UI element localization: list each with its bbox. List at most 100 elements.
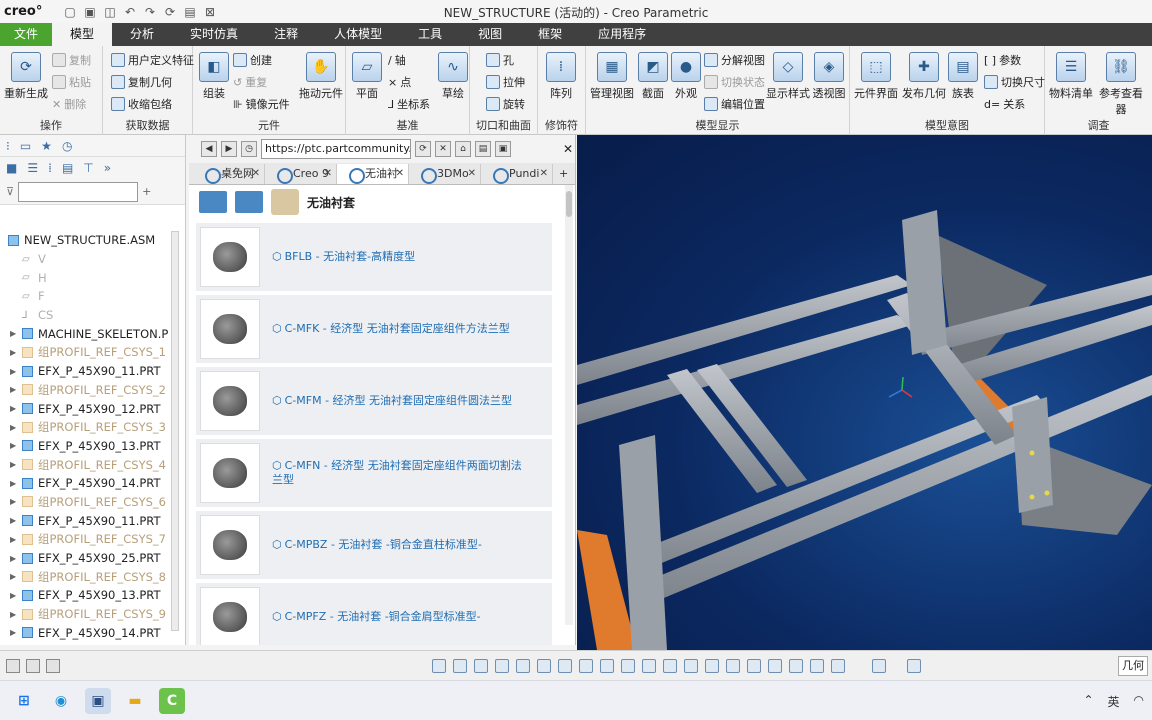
group-label-datum[interactable]: 基准 [346,117,469,133]
tree-item[interactable]: ▶ EFX_P_45X90_13.PRT [0,437,180,456]
product-card[interactable]: ⬡ C-MFN - 经济型 无油衬套固定座组件两面切割法兰型 [196,439,552,507]
extrude-button[interactable]: 拉伸 [486,74,525,90]
group-label-modifiers[interactable]: 修饰符 [538,117,585,133]
product-link[interactable]: ⬡ C-MFM - 经济型 无油衬套固定座组件圆法兰型 [272,394,532,408]
refresh-icon[interactable]: ⟳ [415,141,431,157]
tree-item[interactable]: ▶ EFX_P_45X90_11.PRT [0,511,180,530]
expand-arrow-icon[interactable]: ▶ [10,554,22,563]
tree-item[interactable]: ▶ 组PROFIL_REF_CSYS_4 [0,455,180,474]
folder-browser-icon[interactable]: ▭ [20,139,31,153]
forward-icon[interactable]: ▶ [221,141,237,157]
hole-button[interactable]: 孔 [486,52,514,68]
browser-tab[interactable]: Creo 9 ✕ [265,163,337,184]
tree-item[interactable]: ▱ H [0,268,180,287]
tab-analysis[interactable]: 分析 [112,23,172,46]
warning-icon[interactable] [789,658,803,673]
point-button[interactable]: × 点 [388,74,411,90]
regenerate-button[interactable]: ⟳ 重新生成 [4,52,48,101]
group-label-investigate[interactable]: 调查 [1045,117,1152,133]
tab-file[interactable]: 文件 [0,23,53,46]
tree-filter-icon[interactable]: ⊤ [83,161,93,175]
tree-scrollbar[interactable] [171,231,179,631]
paste-button[interactable]: 粘贴 [52,74,91,90]
redo-icon[interactable]: ↷ [142,4,158,20]
home-nav-icon[interactable] [199,191,227,213]
expand-arrow-icon[interactable]: ▶ [10,516,22,525]
datum-display-icon[interactable] [642,658,656,673]
expand-arrow-icon[interactable]: ▶ [10,610,22,619]
add-filter-icon[interactable]: + [142,185,151,198]
plane-button[interactable]: ▱ 平面 [352,52,382,101]
browser-tab[interactable]: Pundi ✕ [481,163,553,184]
close-tab-icon[interactable]: ✕ [540,164,548,184]
publish-geometry-button[interactable]: ✚ 发布几何 [902,52,946,101]
tab-framework[interactable]: 框架 [520,23,580,46]
windows-start-icon[interactable]: ⊞ [11,688,37,714]
saved-views-icon[interactable] [537,658,551,673]
tray-chevron-icon[interactable]: ⌃ [1083,693,1093,710]
shrinkwrap-button[interactable]: 收缩包络 [111,96,172,112]
csys-button[interactable]: ⅃ 坐标系 [388,96,430,112]
home-icon[interactable]: ⌂ [455,141,471,157]
product-card[interactable]: ⬡ BFLB - 无油衬套-高精度型 [196,223,552,291]
save-page-icon[interactable]: ▣ [495,141,511,157]
tab-live-simulation[interactable]: 实时仿真 [172,23,256,46]
spin-display-icon[interactable] [768,658,782,673]
sketch-button[interactable]: ∿ 草绘 [438,52,468,101]
tab-applications[interactable]: 应用程序 [580,23,664,46]
display-style-button[interactable]: ◇ 显示样式 [766,52,810,101]
tree-item[interactable]: ▶ 组PROFIL_REF_CSYS_6 [0,493,180,512]
spin-center-icon[interactable] [516,658,530,673]
tree-item[interactable]: ▱ V [0,250,180,269]
drag-component-button[interactable]: ✋ 拖动元件 [299,52,343,101]
expand-arrow-icon[interactable]: ▶ [10,329,22,338]
reference-viewer-button[interactable]: ⛓ 参考查看器 [1097,52,1145,117]
product-link[interactable]: ⬡ C-MFN - 经济型 无油衬套固定座组件两面切割法兰型 [272,459,532,487]
close-browser-icon[interactable]: ✕ [563,142,573,156]
manage-views-button[interactable]: ▦ 管理视图 [590,52,634,101]
edit-position-button[interactable]: 编辑位置 [704,96,765,112]
file-explorer-icon[interactable]: ▬ [122,688,148,714]
expand-arrow-icon[interactable]: ▶ [10,572,22,581]
display-style-icon[interactable] [579,658,593,673]
windows-icon[interactable]: ▤ [182,4,198,20]
zoom-out-icon[interactable] [474,658,488,673]
expand-arrow-icon[interactable]: ▶ [10,479,22,488]
history-icon[interactable]: ◷ [241,141,257,157]
expand-arrow-icon[interactable]: ▶ [10,367,22,376]
view-manager-icon[interactable] [558,658,572,673]
product-card[interactable]: ⬡ C-MFM - 经济型 无油衬套固定座组件圆法兰型 [196,367,552,435]
selection-box-icon[interactable] [907,658,921,673]
tree-root[interactable]: NEW_STRUCTURE.ASM [0,231,180,250]
expand-arrow-icon[interactable]: ▶ [10,591,22,600]
find-icon[interactable] [872,658,886,673]
expand-arrow-icon[interactable]: ▶ [10,423,22,432]
product-link[interactable]: ⬡ C-MPFZ - 无油衬套 -铜合金肩型标准型- [272,610,532,624]
product-link[interactable]: ⬡ C-MPBZ - 无油衬套 -铜合金直柱标准型- [272,538,532,552]
group-label-model-intent[interactable]: 模型意图 [850,117,1044,133]
tree-item[interactable]: ▶ EFX_P_45X90_13.PRT [0,586,180,605]
copy-button[interactable]: 复制 [52,52,91,68]
bom-button[interactable]: ☰ 物料清单 [1049,52,1093,101]
save-icon[interactable]: ◫ [102,4,118,20]
group-label-get-data[interactable]: 获取数据 [103,117,192,133]
component-interface-button[interactable]: ⬚ 元件界面 [854,52,898,101]
group-label-component[interactable]: 元件 [193,117,345,133]
tree-search-input[interactable] [18,181,139,202]
expand-arrow-icon[interactable]: ▶ [10,535,22,544]
close-tab-icon[interactable]: ✕ [468,164,476,184]
expand-arrow-icon[interactable]: ▶ [10,628,22,637]
tree-item[interactable]: ▶ EFX_P_45X90_14.PRT [0,623,180,642]
close-window-icon[interactable]: ⊠ [202,4,218,20]
tab-model[interactable]: 模型 [52,23,113,46]
model-tree-tab-icon[interactable]: ⁝ [6,139,10,153]
group-label-operations[interactable]: 操作 [0,117,102,133]
toggle-status-button[interactable]: 切换状态 [704,74,765,90]
product-card[interactable]: ⬡ C-MPFZ - 无油衬套 -铜合金肩型标准型- [196,583,552,645]
expand-arrow-icon[interactable]: ▶ [10,385,22,394]
wifi-icon[interactable]: ◠ [1134,693,1144,710]
product-card[interactable]: ⬡ C-MPBZ - 无油衬套 -铜合金直柱标准型- [196,511,552,579]
mirror-component-button[interactable]: ⊪ 镜像元件 [233,96,290,112]
product-link[interactable]: ⬡ C-MFK - 经济型 无油衬套固定座组件方法兰型 [272,322,532,336]
regenerate-status-icon[interactable] [831,658,845,673]
